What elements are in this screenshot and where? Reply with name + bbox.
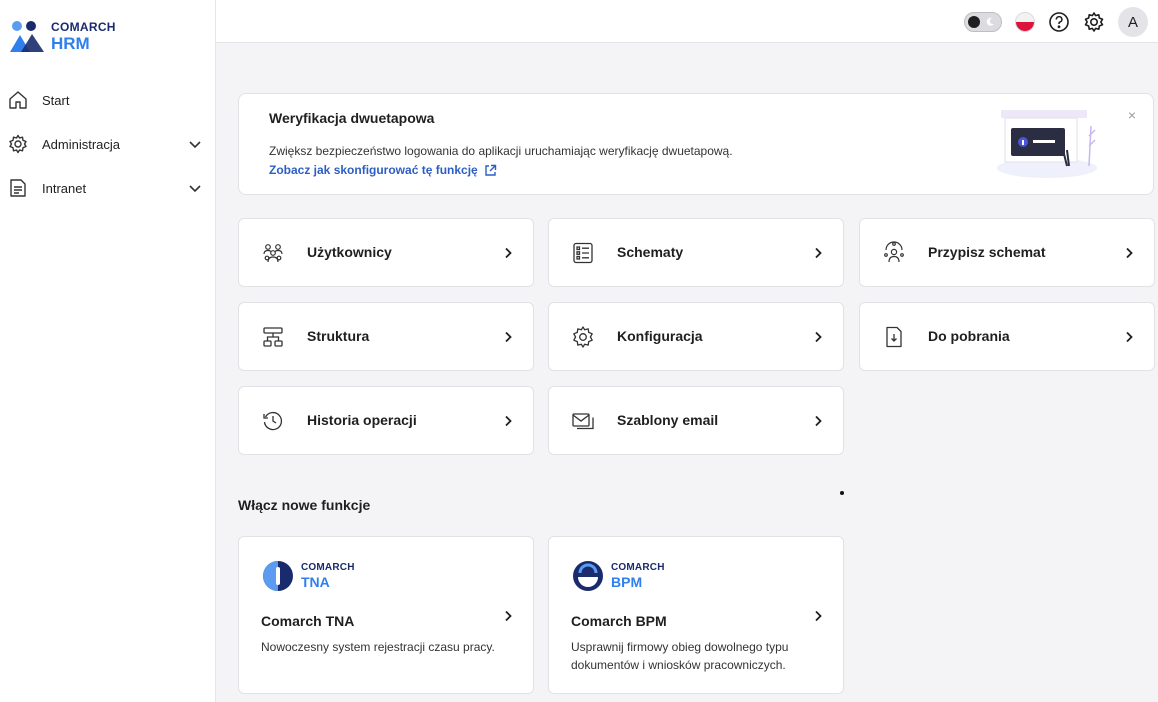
app-logo[interactable]: COMARCH HRM bbox=[9, 18, 116, 54]
bpm-logo-product: BPM bbox=[611, 574, 643, 590]
tile-label: Szablony email bbox=[617, 412, 719, 428]
top-actions: A bbox=[964, 7, 1148, 37]
assign-icon bbox=[884, 241, 904, 263]
chevron-right-icon bbox=[815, 610, 822, 622]
banner-link-label: Zobacz jak skonfigurować tę funkcję bbox=[269, 163, 478, 177]
document-icon bbox=[10, 179, 26, 197]
logo-product: HRM bbox=[51, 33, 90, 53]
home-icon bbox=[9, 91, 27, 109]
security-illustration-icon bbox=[997, 110, 1097, 178]
tna-logo-icon bbox=[263, 561, 293, 591]
tile-struktura[interactable]: Struktura bbox=[238, 302, 534, 371]
tile-historia-operacji[interactable]: Historia operacji bbox=[238, 386, 534, 455]
banner-text: Zwiększ bezpieczeństwo logowania do apli… bbox=[269, 144, 733, 158]
product-description: Usprawnij firmowy obieg dowolnego typu d… bbox=[571, 640, 789, 672]
history-icon bbox=[263, 411, 283, 431]
tna-logo: COMARCH TNA bbox=[261, 559, 355, 593]
product-card-bpm[interactable]: COMARCH BPM Comarch BPM Usprawnij firmow… bbox=[548, 536, 844, 694]
product-card-tna[interactable]: COMARCH TNA Comarch TNA Nowoczesny syste… bbox=[238, 536, 534, 694]
chevron-down-icon[interactable] bbox=[188, 181, 202, 195]
bpm-logo-brand: COMARCH bbox=[611, 562, 665, 573]
sidebar: COMARCH HRM Start Administracja Intranet bbox=[0, 0, 216, 702]
bpm-logo: COMARCH BPM bbox=[571, 559, 665, 593]
help-icon[interactable] bbox=[1048, 11, 1070, 33]
close-icon[interactable]: × bbox=[1125, 108, 1139, 122]
chevron-right-icon bbox=[505, 247, 512, 259]
tna-logo-brand: COMARCH bbox=[301, 562, 355, 573]
product-name: Comarch TNA bbox=[261, 613, 355, 629]
tile-label: Struktura bbox=[307, 328, 370, 344]
tna-logo-product: TNA bbox=[301, 574, 330, 590]
tile-konfiguracja[interactable]: Konfiguracja bbox=[548, 302, 844, 371]
banner-link[interactable]: Zobacz jak skonfigurować tę funkcję bbox=[269, 163, 497, 177]
two-factor-banner: Weryfikacja dwuetapowa Zwiększ bezpiecze… bbox=[238, 93, 1154, 195]
sidebar-item-start[interactable]: Start bbox=[0, 78, 216, 122]
comarch-logo-icon bbox=[10, 21, 44, 52]
tile-schematy[interactable]: Schematy bbox=[548, 218, 844, 287]
tile-label: Użytkownicy bbox=[307, 244, 392, 260]
mail-icon bbox=[572, 413, 594, 430]
structure-icon bbox=[263, 327, 283, 347]
chevron-right-icon bbox=[505, 610, 512, 622]
logo-brand: COMARCH bbox=[51, 19, 116, 34]
tile-label: Przypisz schemat bbox=[928, 244, 1046, 260]
sidebar-item-administracja[interactable]: Administracja bbox=[0, 122, 216, 166]
product-description: Nowoczesny system rejestracji czasu prac… bbox=[261, 640, 495, 654]
tile-label: Historia operacji bbox=[307, 412, 417, 428]
tile-uzytkownicy[interactable]: Użytkownicy bbox=[238, 218, 534, 287]
toggle-knob bbox=[968, 16, 980, 28]
chevron-right-icon bbox=[505, 331, 512, 343]
language-flag-pl-icon[interactable] bbox=[1015, 12, 1035, 32]
gear-icon bbox=[573, 326, 593, 348]
tile-label: Do pobrania bbox=[928, 328, 1010, 344]
download-icon bbox=[886, 326, 902, 348]
product-name: Comarch BPM bbox=[571, 613, 667, 629]
chevron-right-icon bbox=[1126, 331, 1133, 343]
tile-label: Schematy bbox=[617, 244, 684, 260]
tile-label: Konfiguracja bbox=[617, 328, 703, 344]
banner-title: Weryfikacja dwuetapowa bbox=[269, 110, 435, 126]
chevron-right-icon bbox=[815, 247, 822, 259]
chevron-right-icon bbox=[505, 415, 512, 427]
chevron-right-icon bbox=[815, 331, 822, 343]
bpm-logo-icon bbox=[573, 561, 603, 591]
theme-toggle[interactable] bbox=[964, 12, 1002, 32]
chevron-down-icon[interactable] bbox=[188, 137, 202, 151]
section-title: Włącz nowe funkcje bbox=[238, 497, 371, 513]
decorative-dot bbox=[840, 491, 844, 495]
sidebar-item-label: Intranet bbox=[42, 180, 87, 196]
sidebar-item-label: Start bbox=[42, 92, 70, 108]
users-icon bbox=[263, 244, 283, 263]
external-link-icon bbox=[485, 164, 496, 176]
moon-icon bbox=[986, 17, 994, 26]
top-bar: A bbox=[216, 0, 1158, 43]
tile-do-pobrania[interactable]: Do pobrania bbox=[859, 302, 1155, 371]
list-icon bbox=[573, 242, 593, 264]
settings-gear-icon[interactable] bbox=[1083, 11, 1105, 33]
user-avatar[interactable]: A bbox=[1118, 7, 1148, 37]
sidebar-item-label: Administracja bbox=[42, 136, 121, 152]
tile-przypisz-schemat[interactable]: Przypisz schemat bbox=[859, 218, 1155, 287]
chevron-right-icon bbox=[815, 415, 822, 427]
tile-szablony-email[interactable]: Szablony email bbox=[548, 386, 844, 455]
chevron-right-icon bbox=[1126, 247, 1133, 259]
sidebar-nav: Start Administracja Intranet bbox=[0, 78, 216, 210]
gear-icon bbox=[9, 134, 27, 154]
sidebar-item-intranet[interactable]: Intranet bbox=[0, 166, 216, 210]
